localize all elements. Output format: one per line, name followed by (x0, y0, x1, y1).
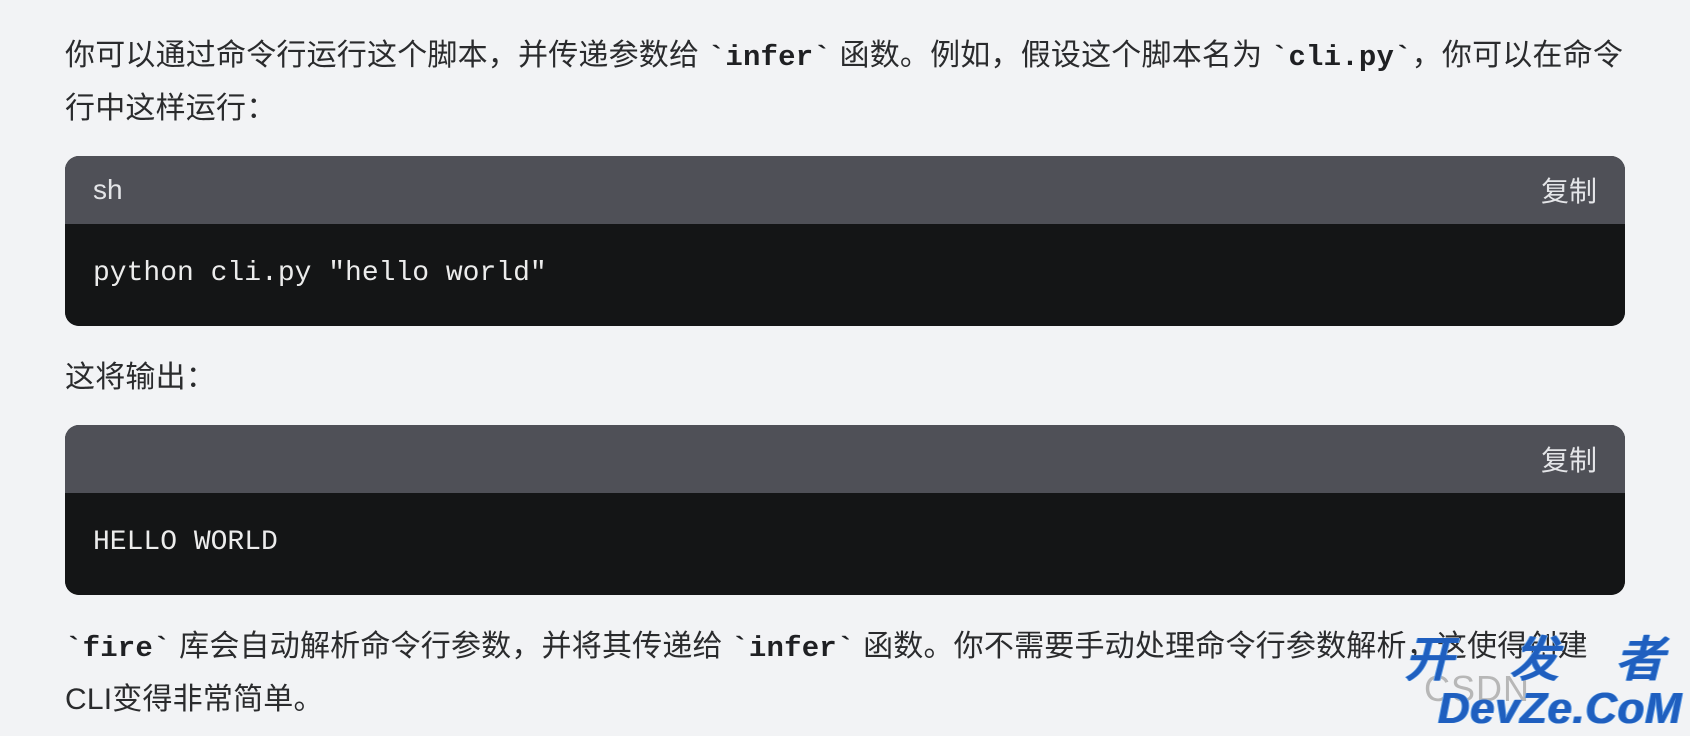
code-language-label: sh (93, 174, 123, 206)
paragraph-2: 这将输出： (65, 352, 1625, 404)
text-span: 你可以通过命令行运行这个脚本，并传递参数给 (65, 39, 708, 72)
article-content: 你可以通过命令行运行这个脚本，并传递参数给 `infer` 函数。例如，假设这个… (20, 0, 1670, 725)
code-body[interactable]: HELLO WORLD (65, 493, 1625, 594)
paragraph-1: 你可以通过命令行运行这个脚本，并传递参数给 `infer` 函数。例如，假设这个… (65, 30, 1625, 134)
inline-code-infer: `infer` (708, 41, 831, 74)
copy-button[interactable]: 复制 (1541, 439, 1597, 479)
paragraph-3: `fire` 库会自动解析命令行参数，并将其传递给 `infer` 函数。你不需… (65, 621, 1625, 725)
code-header: sh 复制 (65, 156, 1625, 224)
inline-code-infer: `infer` (731, 632, 854, 665)
code-body[interactable]: python cli.py "hello world" (65, 224, 1625, 325)
article-page: 你可以通过命令行运行这个脚本，并传递参数给 `infer` 函数。例如，假设这个… (0, 0, 1690, 736)
text-span: 库会自动解析命令行参数，并将其传递给 (171, 630, 732, 663)
inline-code-clipy: `cli.py` (1271, 41, 1412, 74)
copy-button[interactable]: 复制 (1541, 170, 1597, 210)
code-block-2: 复制 HELLO WORLD (65, 425, 1625, 594)
watermark-csdn: CSDN (1424, 668, 1530, 710)
text-span: 函数。例如，假设这个脚本名为 (831, 39, 1271, 72)
inline-code-fire: `fire` (65, 632, 171, 665)
code-block-1: sh 复制 python cli.py "hello world" (65, 156, 1625, 325)
code-header: 复制 (65, 425, 1625, 493)
